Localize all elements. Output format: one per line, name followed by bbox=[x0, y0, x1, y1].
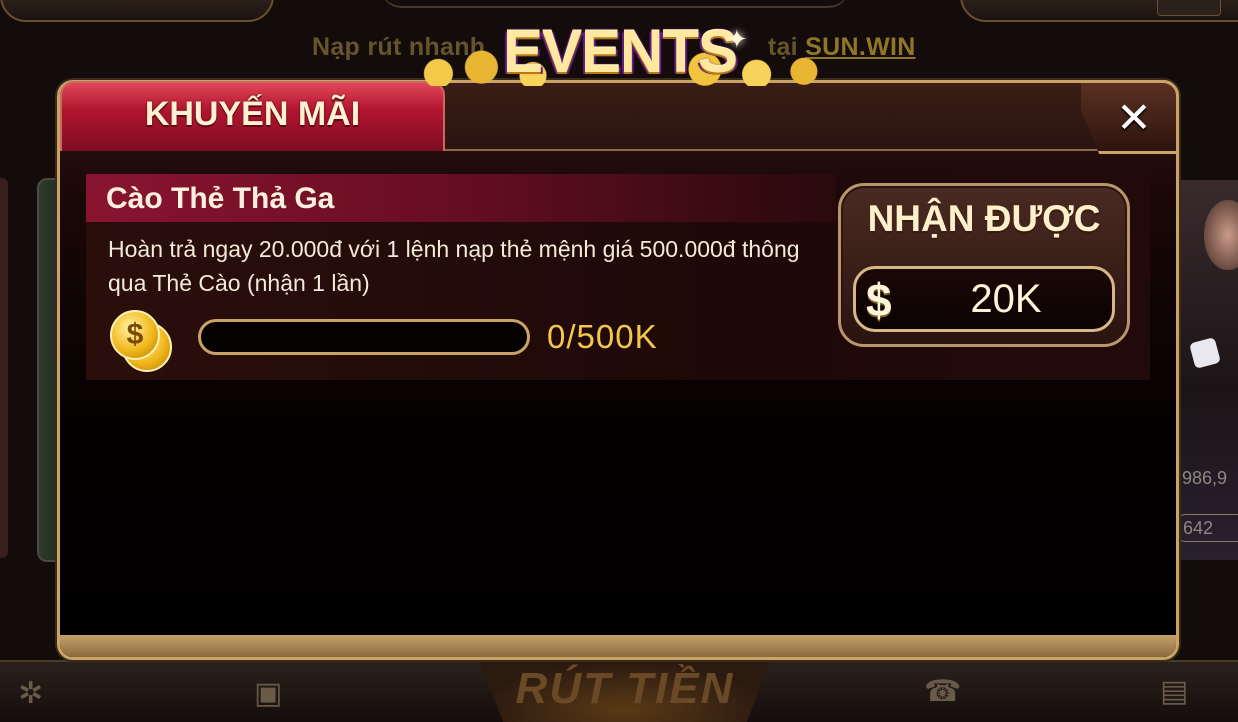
dice-icon bbox=[1189, 337, 1221, 369]
bg-top-left-panel bbox=[0, 0, 274, 22]
reward-label: NHẬN ĐƯỢC bbox=[867, 198, 1101, 239]
close-icon[interactable]: ✕ bbox=[1106, 89, 1162, 145]
dollar-icon: $ bbox=[866, 274, 892, 326]
bg-left-edge bbox=[0, 178, 8, 558]
bg-cashout-label: RÚT TIỀN bbox=[515, 664, 735, 713]
event-description: Hoàn trả ngay 20.000đ với 1 lệnh nạp thẻ… bbox=[108, 236, 800, 296]
reward-value: 20K bbox=[970, 277, 1042, 321]
reward-value-box: $ 20K bbox=[853, 266, 1115, 332]
coin-icon: $ bbox=[110, 310, 172, 372]
bg-top-center-panel bbox=[380, 0, 850, 8]
sparkle-icon: ✦ bbox=[726, 24, 748, 54]
bg-right-jackpot-1: 986,9 bbox=[1182, 468, 1228, 488]
events-title: EVENTS bbox=[502, 18, 738, 85]
event-title-bar: Cào Thẻ Thả Ga bbox=[86, 174, 836, 222]
bg-phone-icon: ☎ bbox=[924, 675, 962, 708]
bg-sparkle-icon: ✲ bbox=[18, 677, 44, 710]
promotion-popup: KHUYẾN MÃI ✕ Cào Thẻ Thả Ga Hoàn trả nga… bbox=[57, 80, 1179, 660]
event-progress-text: 0/500K bbox=[547, 318, 658, 355]
popup-footer bbox=[60, 635, 1176, 657]
bg-giftcode-icon: ▣ bbox=[254, 677, 283, 710]
event-progress-bar bbox=[198, 319, 530, 355]
close-button-frame: ✕ bbox=[1080, 80, 1179, 154]
bg-top-right-panel bbox=[960, 0, 1238, 22]
bg-chat-icon: ▤ bbox=[1160, 675, 1189, 708]
reward-panel: NHẬN ĐƯỢC $ 20K bbox=[838, 183, 1130, 347]
bg-dealer-image bbox=[1204, 200, 1238, 270]
bg-right-jackpot-2: 642 bbox=[1172, 514, 1238, 542]
bg-bottom-bar: ✲ ▣ RÚT TIỀN ☎ ▤ bbox=[0, 660, 1238, 722]
bg-cashout-button: RÚT TIỀN bbox=[480, 662, 770, 722]
bg-top-right-box bbox=[1157, 0, 1221, 16]
tab-khuyen-mai[interactable]: KHUYẾN MÃI bbox=[60, 81, 445, 151]
bg-right-game-card bbox=[1176, 180, 1238, 560]
event-item: Cào Thẻ Thả Ga Hoàn trả ngay 20.000đ với… bbox=[86, 174, 1150, 380]
tab-label: KHUYẾN MÃI bbox=[144, 95, 361, 133]
popup-header: KHUYẾN MÃI ✕ bbox=[60, 80, 1179, 154]
event-title: Cào Thẻ Thả Ga bbox=[106, 182, 335, 215]
